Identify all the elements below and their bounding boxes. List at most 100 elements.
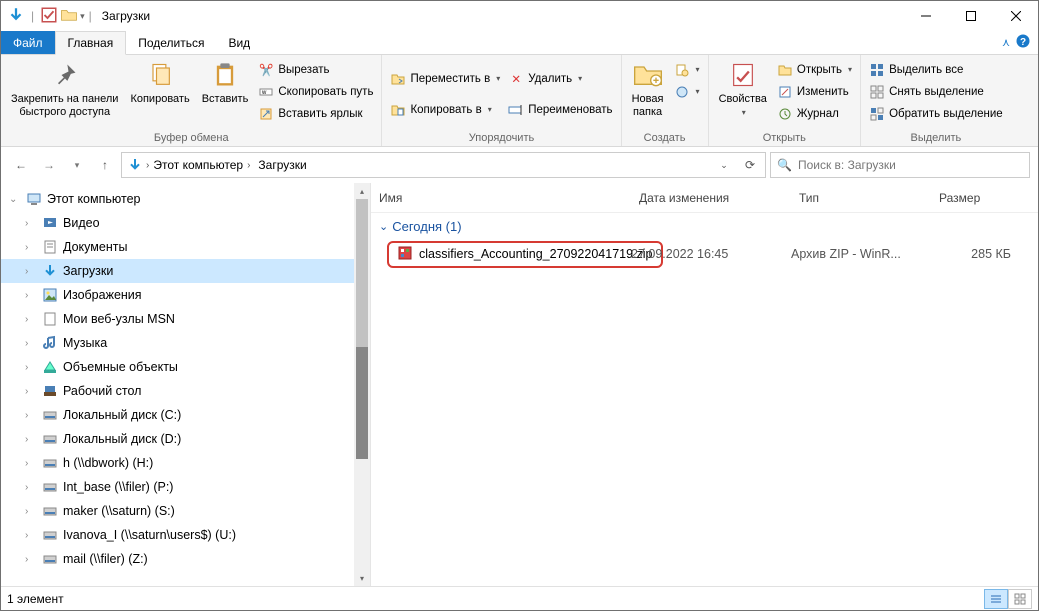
ribbon-expand[interactable]: ⋏ ?: [998, 31, 1038, 54]
edit-button[interactable]: Изменить: [777, 81, 852, 102]
caret-right-icon[interactable]: ›: [25, 434, 37, 445]
caret-right-icon[interactable]: ›: [25, 554, 37, 565]
caret-right-icon[interactable]: ›: [25, 458, 37, 469]
group-today[interactable]: ⌄ Сегодня (1): [371, 213, 1038, 240]
tab-view[interactable]: Вид: [216, 31, 262, 54]
caret-right-icon[interactable]: ›: [25, 338, 37, 349]
caret-right-icon[interactable]: ›: [25, 242, 37, 253]
tree-item-label: maker (\\saturn) (S:): [63, 504, 175, 518]
back-button[interactable]: ←: [9, 153, 33, 177]
minimize-button[interactable]: [903, 1, 948, 31]
tree-item[interactable]: › Изображения: [1, 283, 370, 307]
shortcut-button[interactable]: Вставить ярлык: [258, 103, 373, 124]
item-icon: [41, 286, 59, 304]
newfolder-button[interactable]: Новая папка: [626, 57, 670, 131]
tab-share[interactable]: Поделиться: [126, 31, 216, 54]
tree-item[interactable]: › Видео: [1, 211, 370, 235]
window-title: Загрузки: [102, 9, 150, 23]
group-organize: Переместить в▾ Копировать в▾ ✕Удалить▾ П…: [382, 55, 621, 146]
details-view-button[interactable]: [984, 589, 1008, 609]
history-button[interactable]: Журнал: [777, 103, 852, 124]
scroll-thumb[interactable]: [356, 347, 368, 458]
pin-button[interactable]: Закрепить на панели быстрого доступа: [5, 57, 124, 131]
rename-button[interactable]: Переименовать: [508, 99, 612, 120]
breadcrumb-pc[interactable]: Этот компьютер›: [149, 153, 254, 177]
file-row[interactable]: classifiers_Accounting_270922041719.zip …: [371, 240, 1038, 268]
caret-right-icon[interactable]: ›: [25, 362, 37, 373]
caret-right-icon[interactable]: ›: [25, 482, 37, 493]
tree-this-pc[interactable]: ⌄ Этот компьютер: [1, 187, 370, 211]
forward-button[interactable]: →: [37, 153, 61, 177]
search-placeholder: Поиск в: Загрузки: [798, 158, 896, 172]
tab-home[interactable]: Главная: [55, 31, 127, 55]
search-input[interactable]: 🔍 Поиск в: Загрузки: [770, 152, 1030, 178]
tree-item-label: Документы: [63, 240, 127, 254]
tree-item[interactable]: › mail (\\filer) (Z:): [1, 547, 370, 571]
item-icon: [41, 262, 59, 280]
properties-button[interactable]: Свойства▾: [713, 57, 773, 131]
caret-right-icon[interactable]: ›: [25, 314, 37, 325]
caret-right-icon[interactable]: ›: [25, 530, 37, 541]
tab-file[interactable]: Файл: [1, 31, 55, 54]
col-date[interactable]: Дата изменения: [631, 191, 791, 205]
folder-icon[interactable]: [60, 6, 78, 27]
title-bar: | ▾ | Загрузки: [1, 1, 1038, 31]
col-type[interactable]: Тип: [791, 191, 931, 205]
col-name[interactable]: Имя: [371, 191, 631, 205]
tree-item[interactable]: › Рабочий стол: [1, 379, 370, 403]
tree-item[interactable]: › Мои веб-узлы MSN: [1, 307, 370, 331]
caret-right-icon[interactable]: ›: [25, 290, 37, 301]
caret-right-icon[interactable]: ›: [25, 506, 37, 517]
copyto-button[interactable]: Копировать в▾: [390, 99, 500, 120]
scroll-up-button[interactable]: ▴: [354, 183, 370, 199]
tree-item[interactable]: › Музыка: [1, 331, 370, 355]
path-icon: w: [258, 84, 274, 100]
address-dropdown[interactable]: ⌄: [711, 158, 737, 172]
icons-view-button[interactable]: [1008, 589, 1032, 609]
cut-button[interactable]: ✂️Вырезать: [258, 59, 373, 80]
paste-button[interactable]: Вставить: [196, 57, 255, 131]
checkbox-icon[interactable]: [40, 6, 58, 27]
close-button[interactable]: [993, 1, 1038, 31]
scroll-down-button[interactable]: ▾: [354, 570, 370, 586]
nav-scrollbar[interactable]: ▴ ▾: [354, 183, 370, 586]
copypath-button[interactable]: wСкопировать путь: [258, 81, 373, 102]
tree-item[interactable]: › Объемные объекты: [1, 355, 370, 379]
item-icon: [41, 502, 59, 520]
qat-dropdown-icon[interactable]: ▾: [80, 11, 85, 22]
down-arrow-icon[interactable]: [7, 6, 25, 27]
caret-right-icon[interactable]: ›: [25, 266, 37, 277]
caret-right-icon[interactable]: ›: [25, 386, 37, 397]
recent-dropdown[interactable]: ▾: [65, 153, 89, 177]
maximize-button[interactable]: [948, 1, 993, 31]
up-button[interactable]: ↑: [93, 153, 117, 177]
easyaccess-button[interactable]: ▾: [674, 81, 700, 102]
newitem-button[interactable]: ▾: [674, 59, 700, 80]
caret-down-icon[interactable]: ⌄: [9, 194, 21, 205]
tree-item[interactable]: › Локальный диск (C:): [1, 403, 370, 427]
caret-right-icon[interactable]: ›: [25, 410, 37, 421]
moveto-button[interactable]: Переместить в▾: [390, 68, 500, 89]
selectnone-button[interactable]: Снять выделение: [869, 81, 1003, 102]
col-size[interactable]: Размер: [931, 191, 1011, 205]
breadcrumb[interactable]: › Этот компьютер› Загрузки ⌄ ⟳: [121, 152, 766, 178]
address-bar-row: ← → ▾ ↑ › Этот компьютер› Загрузки ⌄ ⟳ 🔍…: [1, 147, 1038, 183]
tree-item[interactable]: › Ivanova_I (\\saturn\users$) (U:): [1, 523, 370, 547]
breadcrumb-downloads[interactable]: Загрузки: [254, 153, 310, 177]
view-switcher: [984, 589, 1032, 609]
refresh-button[interactable]: ⟳: [737, 158, 763, 172]
tree-item[interactable]: › maker (\\saturn) (S:): [1, 499, 370, 523]
help-icon[interactable]: ?: [1016, 34, 1030, 51]
tree-item[interactable]: › h (\\dbwork) (H:): [1, 451, 370, 475]
tree-item[interactable]: › Загрузки: [1, 259, 370, 283]
copy-button[interactable]: Копировать: [124, 57, 195, 131]
tree-item[interactable]: › Int_base (\\filer) (P:): [1, 475, 370, 499]
delete-button[interactable]: ✕Удалить▾: [508, 68, 612, 89]
caret-right-icon[interactable]: ›: [25, 218, 37, 229]
group-select: Выделить все Снять выделение Обратить вы…: [861, 55, 1011, 146]
tree-item[interactable]: › Документы: [1, 235, 370, 259]
open-button[interactable]: Открыть▾: [777, 59, 852, 80]
selectall-button[interactable]: Выделить все: [869, 59, 1003, 80]
selectinv-button[interactable]: Обратить выделение: [869, 103, 1003, 124]
tree-item[interactable]: › Локальный диск (D:): [1, 427, 370, 451]
